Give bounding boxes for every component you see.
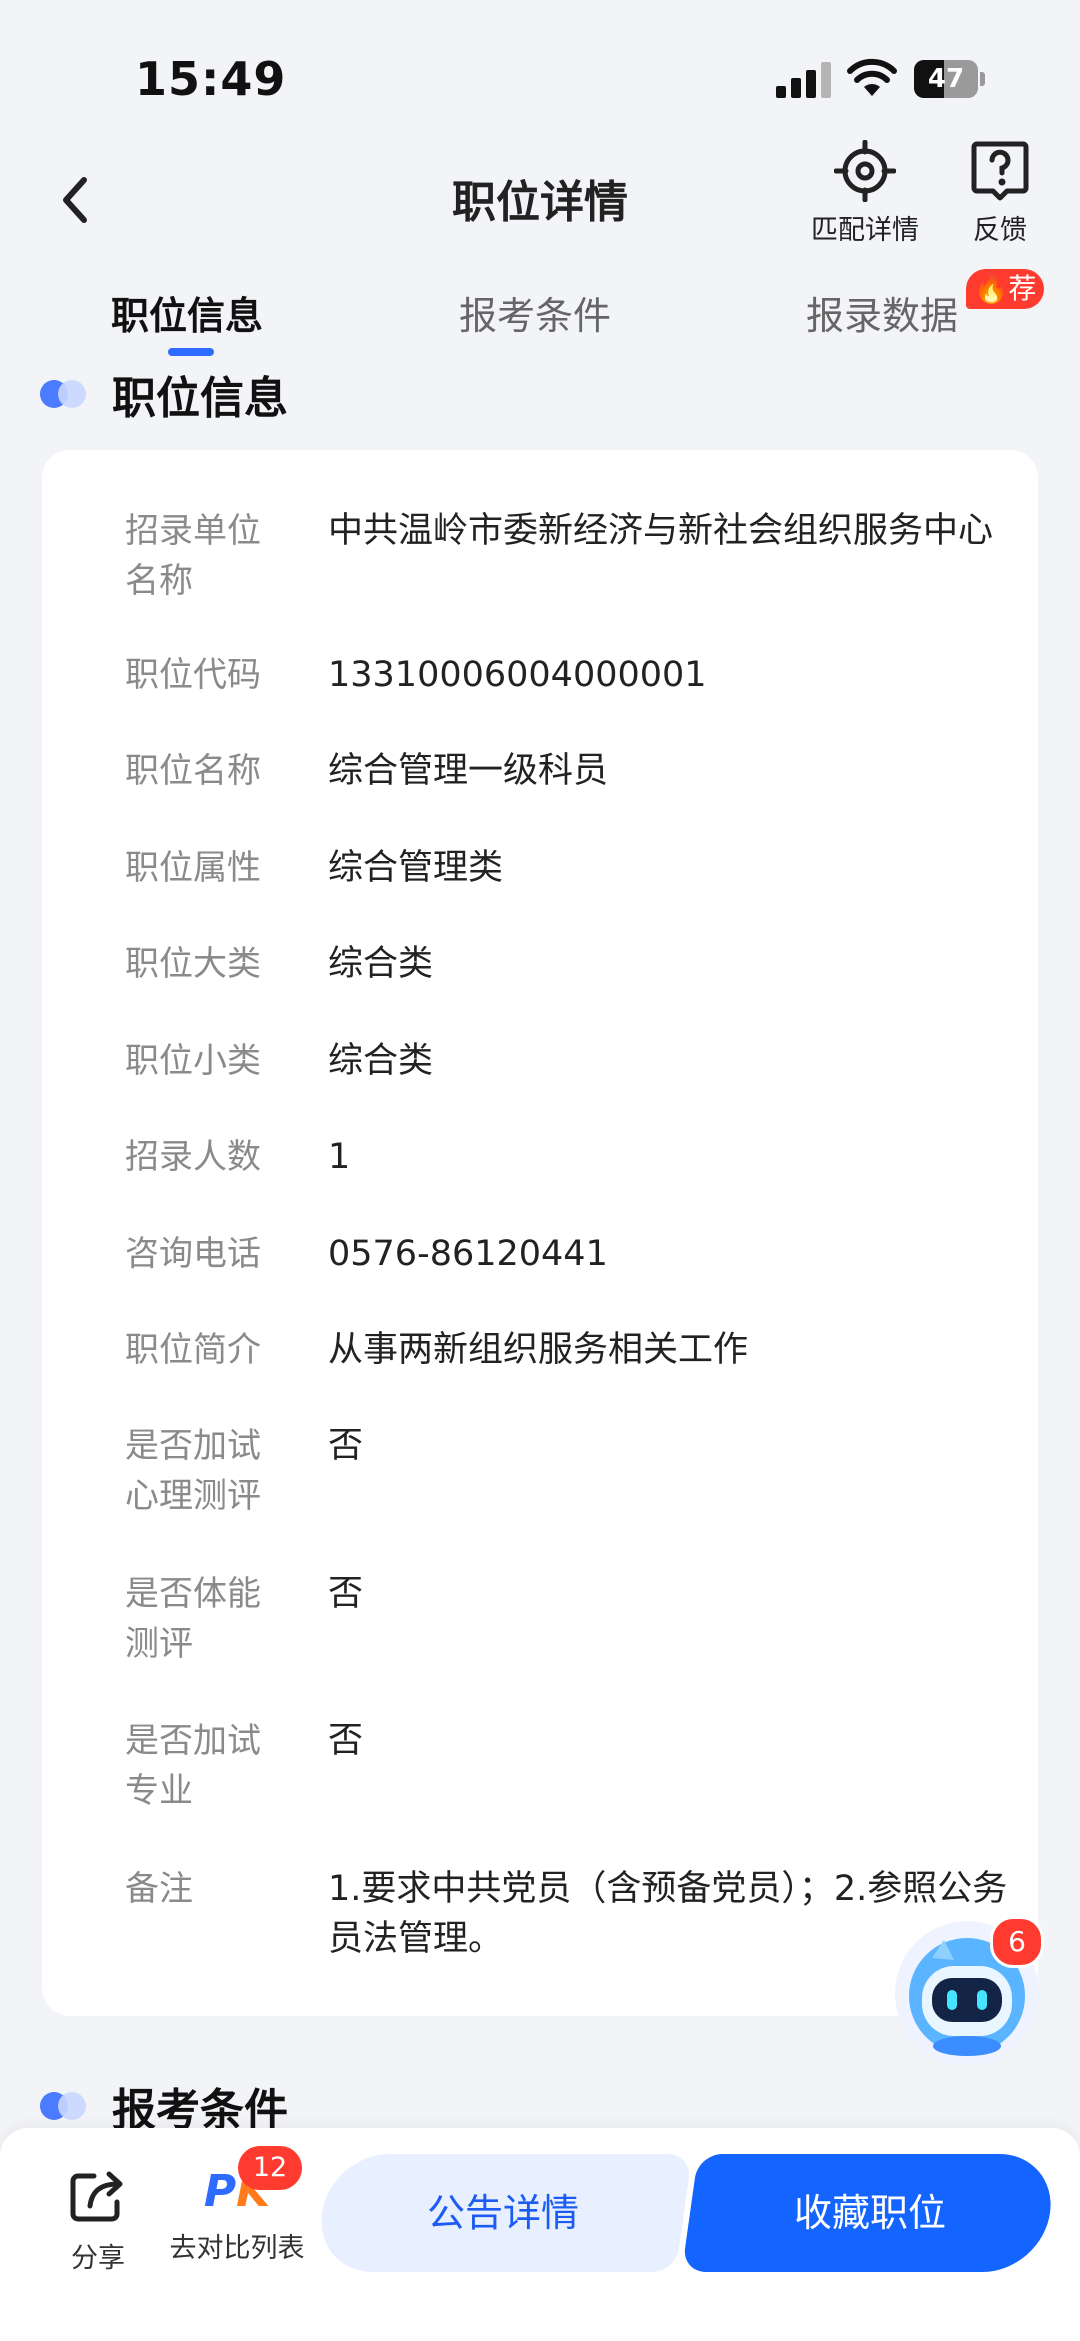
info-value: 综合管理类 — [328, 848, 504, 888]
info-value: 中共温岭市委新经济与新社会组织服务中心 — [328, 511, 994, 551]
info-key: 是否体能测评 — [125, 1574, 261, 1664]
position-info-card: 招录单位名称 中共温岭市委新经济与新社会组织服务中心 职位代码 13310006… — [42, 450, 1038, 2016]
info-value: 否 — [328, 1574, 364, 1614]
recommend-badge: 🔥荐 — [966, 269, 1044, 309]
info-key: 是否加试专业 — [125, 1721, 261, 1811]
wifi-icon — [847, 58, 897, 96]
info-value: 从事两新组织服务相关工作 — [328, 1330, 749, 1370]
share-button[interactable]: 分享 — [58, 2168, 138, 2275]
info-value: 13310006004000001 — [328, 655, 707, 695]
info-value: 综合管理一级科员 — [328, 751, 609, 791]
info-value: 综合类 — [328, 944, 434, 984]
info-value: 否 — [328, 1721, 364, 1761]
feedback-label: 反馈 — [973, 215, 1027, 246]
status-bar: 15:49 47 — [0, 0, 1080, 140]
section-dots-icon — [40, 380, 90, 408]
tab-bar: 职位信息 报考条件 报录数据 — [0, 265, 1080, 360]
notice-details-label: 公告详情 — [426, 2191, 579, 2235]
info-value: 综合类 — [328, 1041, 434, 1081]
info-key: 备注 — [125, 1869, 193, 1909]
fire-icon: 🔥 — [973, 272, 1009, 305]
assistant-badge: 6 — [990, 1916, 1044, 1968]
share-label: 分享 — [71, 2243, 125, 2274]
feedback-button[interactable]: 反馈 — [960, 140, 1040, 247]
tab-admission-data[interactable]: 报录数据 — [806, 285, 958, 340]
match-details-button[interactable]: 匹配详情 — [805, 140, 925, 247]
match-details-label: 匹配详情 — [811, 215, 919, 246]
section-title-info: 职位信息 — [112, 373, 288, 424]
share-icon — [70, 2171, 123, 2222]
info-key: 职位名称 — [125, 751, 261, 791]
compare-list-label: 去对比列表 — [169, 2233, 305, 2264]
target-icon — [834, 140, 896, 202]
battery-icon: 47 — [914, 60, 986, 98]
favorite-position-label: 收藏职位 — [793, 2191, 946, 2235]
info-key: 职位代码 — [125, 655, 261, 695]
info-key: 招录单位名称 — [125, 511, 261, 601]
info-key: 职位属性 — [125, 848, 261, 888]
section-dots-icon — [40, 2092, 90, 2120]
info-key: 招录人数 — [125, 1137, 261, 1177]
feedback-icon — [971, 141, 1029, 201]
status-time: 15:49 — [135, 52, 287, 106]
info-key: 是否加试心理测评 — [125, 1426, 261, 1516]
signal-icon — [776, 62, 831, 98]
battery-level: 47 — [927, 64, 965, 94]
info-key: 职位大类 — [125, 944, 261, 984]
compare-count-badge: 12 — [238, 2146, 302, 2190]
info-value: 1 — [328, 1137, 351, 1177]
recommend-badge-text: 荐 — [1008, 272, 1037, 305]
notice-details-button[interactable]: 公告详情 — [313, 2154, 693, 2272]
tab-position-info[interactable]: 职位信息 — [111, 285, 263, 340]
phone-value[interactable]: 0576-86120441 — [328, 1229, 1080, 1279]
active-tab-indicator — [168, 348, 214, 356]
info-key: 职位小类 — [125, 1041, 261, 1081]
info-key: 职位简介 — [125, 1330, 261, 1370]
favorite-position-button[interactable]: 收藏职位 — [681, 2154, 1059, 2272]
info-value: 否 — [328, 1426, 364, 1466]
pk-letter-p: P — [203, 2166, 237, 2217]
info-key: 咨询电话 — [125, 1234, 261, 1274]
tab-requirements[interactable]: 报考条件 — [459, 285, 611, 340]
nav-bar: 职位详情 匹配详情 反馈 — [0, 140, 1080, 260]
bottom-action-bar: 分享 PK 去对比列表 12 公告详情 收藏职位 — [0, 2128, 1080, 2341]
